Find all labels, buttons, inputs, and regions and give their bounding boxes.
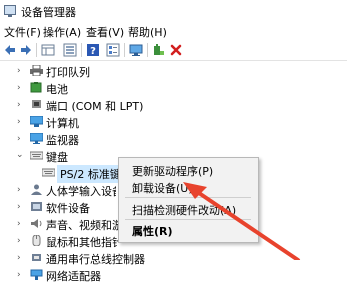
chevron-right-icon[interactable]: › [17,236,21,246]
details-icon[interactable] [41,43,55,57]
toolbar-separator [36,43,37,57]
chevron-right-icon[interactable]: › [17,66,21,76]
chevron-right-icon[interactable]: › [17,219,21,229]
toolbar-separator [124,43,125,57]
keyboard-icon [30,151,43,160]
tree-item-label: 计算机 [46,117,79,130]
tree-item-label: 声音、视频和游戏控制器 [46,219,118,232]
tree-item-label: 端口 (COM 和 LPT) [46,100,144,113]
menu-bar: 文件(F) 操作(A) 查看(V) 帮助(H) [0,22,347,40]
monitor-icon [30,133,43,144]
network-icon [30,269,43,280]
tree-item-ports[interactable]: › 端口 (COM 和 LPT) [0,96,347,114]
uninstall-x-icon[interactable] [169,43,183,57]
tree-item-network[interactable]: › 网络适配器 [0,266,347,283]
hid-icon [31,184,42,195]
tree-item-monitor[interactable]: › 监视器 [0,130,347,148]
menu-separator [125,219,251,220]
usb-icon [32,254,41,261]
toolbar-separator [147,43,148,57]
chevron-right-icon[interactable]: › [17,253,21,263]
chevron-right-icon[interactable]: › [17,270,21,280]
printer-icon [30,65,43,76]
menu-action[interactable]: 操作(A) [43,24,81,40]
software-device-icon [31,202,42,211]
device-manager-icon [4,5,16,17]
tree-item-label: 键盘 [46,151,68,164]
menu-separator [125,197,251,198]
tree-item-label: 电池 [46,83,68,96]
chevron-right-icon[interactable]: › [17,202,21,212]
tree-item-label: 软件设备 [46,202,90,215]
window-title: 设备管理器 [21,6,76,19]
properties-icon[interactable] [106,43,120,57]
menu-item-scan-hardware[interactable]: 扫描检测硬件改动(A) [132,202,236,218]
mouse-icon [32,235,41,246]
chevron-right-icon[interactable]: › [17,134,21,144]
keyboard-icon [42,168,55,177]
speaker-icon [31,219,42,228]
chevron-right-icon[interactable]: › [17,83,21,93]
chevron-down-icon[interactable]: ⌄ [16,150,24,160]
context-menu: 更新驱动程序(P) 卸载设备(U) 扫描检测硬件改动(A) 属性(R) [118,157,259,243]
tree-item-label: 通用串行总线控制器 [46,253,145,266]
tree-item-print-queue[interactable]: › 打印队列 [0,62,347,80]
scan-hardware-icon[interactable] [129,43,143,57]
add-driver-icon[interactable] [152,43,166,57]
port-icon [32,100,41,108]
tree-item-label: 网络适配器 [46,270,101,283]
svg-text:?: ? [90,46,96,57]
list-icon[interactable] [63,43,77,57]
chevron-right-icon[interactable]: › [17,185,21,195]
toolbar-separator [81,43,82,57]
tree-item-computer[interactable]: › 计算机 [0,113,347,131]
tree-item-battery[interactable]: › 电池 [0,79,347,97]
tree-item-label: 人体学输入设备 [46,185,116,198]
tree-item-label: 鼠标和其他指针设备 [46,236,118,249]
chevron-right-icon[interactable]: › [17,117,21,127]
title-bar: 设备管理器 [0,0,347,22]
forward-icon[interactable] [19,43,33,57]
toolbar: ? [0,40,347,61]
menu-item-properties[interactable]: 属性(R) [132,223,173,239]
tree-item-label: 打印队列 [46,66,90,79]
help-icon[interactable]: ? [86,43,100,57]
menu-item-uninstall-device[interactable]: 卸载设备(U) [132,180,193,196]
menu-item-update-driver[interactable]: 更新驱动程序(P) [132,163,213,179]
chevron-right-icon[interactable]: › [17,100,21,110]
tree-item-label: 监视器 [46,134,79,147]
tree-item-usb[interactable]: › 通用串行总线控制器 [0,249,347,267]
back-icon[interactable] [3,43,17,57]
menu-file[interactable]: 文件(F) [4,24,41,40]
battery-icon [30,82,42,93]
menu-view[interactable]: 查看(V) [86,24,124,40]
computer-icon [30,116,43,127]
menu-help[interactable]: 帮助(H) [128,24,167,40]
